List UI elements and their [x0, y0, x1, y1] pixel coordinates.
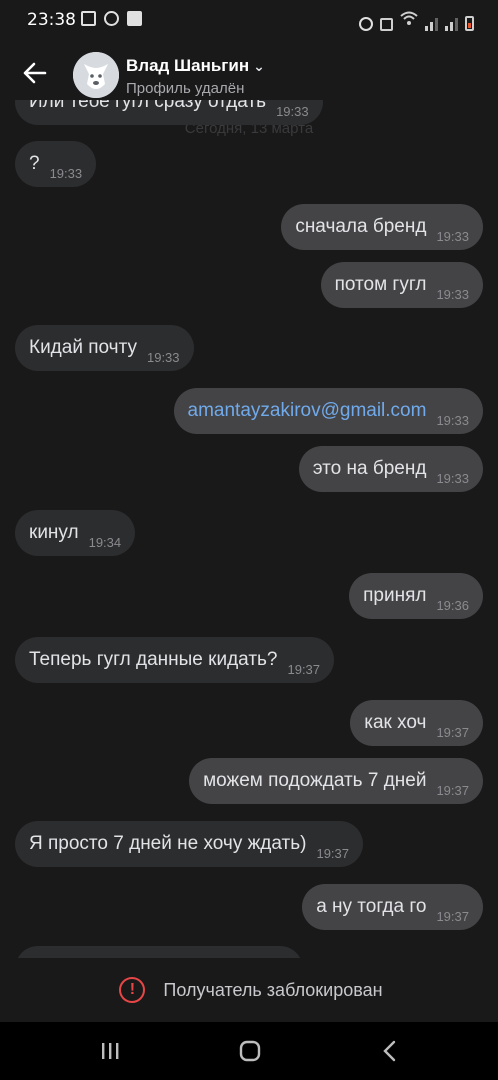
message-text: как хоч [364, 712, 427, 733]
system-navigation-bar [0, 1022, 498, 1080]
back-nav-icon [383, 1040, 396, 1062]
message-time: 19:33 [436, 228, 469, 244]
message-bubble-outgoing[interactable]: как хоч 19:37 [350, 700, 483, 746]
blocked-banner: ! Получатель заблокирован [0, 958, 498, 1022]
message-time: 19:37 [316, 845, 350, 861]
home-button[interactable] [236, 1038, 264, 1064]
check-notification-icon [127, 11, 142, 26]
alert-circle-icon: ! [119, 977, 146, 1003]
message-bubble-incoming[interactable]: ? 19:33 [15, 141, 97, 187]
message-text: а ну тогда го [316, 896, 427, 917]
message-bubble-outgoing[interactable]: а ну тогда го 19:37 [302, 884, 483, 930]
message-text: можем подождать 7 дней [203, 770, 427, 791]
message-bubble-incoming[interactable]: Теперь гугл данные кидать? 19:37 [15, 637, 335, 683]
message-time: 19:33 [276, 103, 309, 119]
arrow-left-icon [23, 62, 47, 84]
message-bubble-outgoing[interactable]: потом гугл 19:33 [320, 262, 483, 308]
message-bubble-incoming[interactable]: кинул 19:34 [15, 510, 136, 556]
chevron-down-icon: ⌄ [253, 58, 265, 74]
blocked-text: Получатель заблокирован [163, 979, 383, 1000]
message-time: 19:34 [88, 534, 122, 550]
chat-title[interactable]: Влад Шаньгин ⌄ [126, 56, 265, 76]
message-text: ? [29, 153, 40, 174]
signal-1-icon [425, 18, 438, 31]
message-bubble-outgoing[interactable]: принял 19:36 [349, 573, 483, 619]
message-bubble-outgoing[interactable]: amantayzakirov@gmail.com 19:33 [173, 388, 483, 434]
message-text: сначала бренд [295, 216, 427, 237]
gallery-notification-icon [81, 11, 96, 26]
message-time: 19:33 [436, 412, 469, 428]
battery-icon [465, 16, 474, 31]
message-text: Или тебе гугл сразу отдать [29, 100, 267, 112]
signal-2-icon [445, 18, 458, 31]
wifi-icon [400, 11, 418, 31]
message-bubble-incoming[interactable]: Или тебе гугл сразу отдать 19:33 [15, 100, 323, 125]
status-bar: 23:38 [0, 0, 498, 38]
email-link[interactable]: amantayzakirov@gmail.com [188, 400, 427, 422]
avatar[interactable] [73, 52, 119, 98]
contact-name: Влад Шаньгин [126, 56, 250, 75]
message-time: 19:37 [436, 782, 469, 798]
message-text: кинул [29, 522, 79, 543]
message-time: 19:37 [436, 908, 469, 924]
message-time: 19:37 [287, 661, 321, 677]
message-bubble-outgoing[interactable]: сначала бренд 19:33 [281, 204, 483, 250]
message-bubble-outgoing[interactable]: можем подождать 7 дней 19:37 [189, 758, 483, 804]
message-time: 19:37 [436, 724, 469, 740]
alarm-icon [359, 17, 373, 31]
message-text: это на бренд [312, 458, 427, 479]
message-bubble-incoming-partial[interactable] [15, 946, 303, 958]
status-time: 23:38 [27, 10, 76, 30]
mute-icon [380, 18, 393, 31]
home-icon [239, 1040, 261, 1062]
message-bubble-incoming[interactable]: Я просто 7 дней не хочу ждать) 19:37 [15, 821, 364, 867]
message-bubble-incoming[interactable]: Кидай почту 19:33 [15, 325, 194, 371]
back-nav-button[interactable] [376, 1038, 404, 1064]
contact-status: Профиль удалён [126, 80, 245, 97]
message-time: 19:33 [146, 349, 180, 365]
message-text: потом гугл [334, 274, 427, 295]
message-text: Я просто 7 дней не хочу ждать) [29, 833, 307, 854]
message-time: 19:33 [49, 165, 83, 181]
recent-apps-button[interactable] [96, 1038, 124, 1064]
recent-apps-icon [102, 1043, 119, 1059]
deactivated-dog-icon [73, 52, 119, 98]
app-notification-icon [104, 11, 119, 26]
message-time: 19:36 [436, 597, 469, 613]
message-text: Теперь гугл данные кидать? [29, 649, 278, 670]
back-button[interactable] [20, 58, 50, 88]
message-bubble-outgoing[interactable]: это на бренд 19:33 [298, 446, 483, 492]
message-text: Кидай почту [29, 337, 137, 358]
message-text: принял [363, 585, 427, 606]
message-time: 19:33 [436, 470, 469, 486]
message-list[interactable]: Сегодня, 13 марта Или тебе гугл сразу от… [0, 100, 498, 958]
message-time: 19:33 [436, 286, 469, 302]
